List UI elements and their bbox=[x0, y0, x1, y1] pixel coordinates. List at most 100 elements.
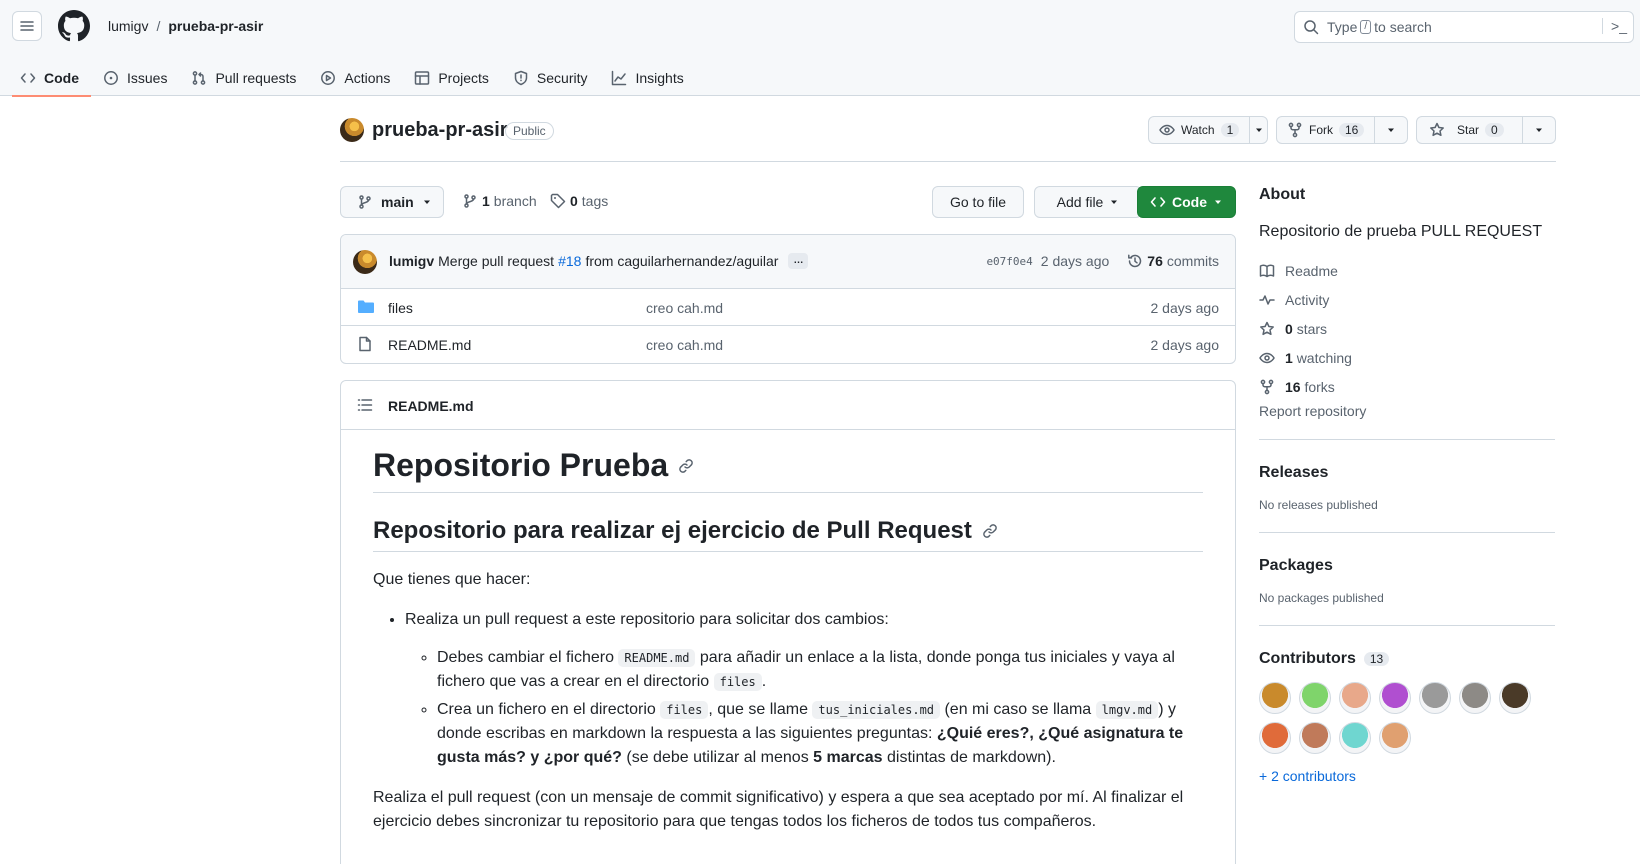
file-name[interactable]: README.md bbox=[388, 337, 471, 353]
contributor-avatar[interactable] bbox=[1259, 722, 1291, 754]
contributor-avatar[interactable] bbox=[1339, 682, 1371, 714]
report-repository-link[interactable]: Report repository bbox=[1259, 403, 1555, 419]
tab-code[interactable]: Code bbox=[12, 60, 91, 97]
star-button[interactable]: Star 0 bbox=[1417, 117, 1523, 143]
play-icon bbox=[321, 71, 336, 85]
fork-dropdown[interactable] bbox=[1375, 117, 1407, 143]
tab-security[interactable]: Security bbox=[505, 60, 600, 96]
commit-message-post[interactable]: from caguilarhernandez/aguilar bbox=[585, 253, 778, 269]
activity-link[interactable]: Activity bbox=[1259, 285, 1555, 314]
link-icon[interactable] bbox=[982, 523, 998, 539]
tab-insights[interactable]: Insights bbox=[603, 60, 695, 96]
star-icon bbox=[1260, 321, 1274, 335]
tab-projects[interactable]: Projects bbox=[406, 60, 501, 96]
tag-word: tags bbox=[581, 193, 609, 209]
contributor-avatar[interactable] bbox=[1459, 682, 1491, 714]
tab-actions[interactable]: Actions bbox=[312, 60, 402, 96]
caret-down-icon bbox=[1111, 200, 1118, 204]
breadcrumb-owner[interactable]: lumigv bbox=[108, 18, 148, 34]
about-heading: About bbox=[1259, 186, 1306, 203]
inline-code: lmgv.md bbox=[1095, 701, 1159, 719]
go-to-file-label: Go to file bbox=[949, 194, 1007, 210]
star-dropdown[interactable] bbox=[1523, 117, 1555, 143]
readme-sublist: Debes cambiar el fichero README.md para … bbox=[405, 646, 1203, 770]
file-commit-message[interactable]: creo cah.md bbox=[646, 337, 723, 353]
contributor-avatar[interactable] bbox=[1379, 722, 1411, 754]
contributor-avatar[interactable] bbox=[1299, 682, 1331, 714]
fork-button-group: Fork 16 bbox=[1276, 116, 1408, 144]
packages-empty: No packages published bbox=[1259, 591, 1384, 605]
forks-link[interactable]: 16 forks bbox=[1259, 372, 1555, 401]
owner-avatar[interactable] bbox=[340, 118, 364, 142]
readme-link[interactable]: Readme bbox=[1259, 256, 1555, 285]
file-commit-message[interactable]: creo cah.md bbox=[646, 300, 723, 316]
activity-link-label: Activity bbox=[1285, 291, 1330, 308]
branches-link[interactable]: 1 branch bbox=[462, 193, 537, 209]
inline-code: README.md bbox=[618, 649, 696, 667]
search-input[interactable]: Type / to search >_ bbox=[1294, 11, 1634, 43]
readme-filename[interactable]: README.md bbox=[388, 398, 474, 414]
caret-down-icon bbox=[1536, 128, 1542, 132]
branch-icon bbox=[464, 194, 476, 208]
branch-selector[interactable]: main bbox=[340, 186, 444, 218]
file-name[interactable]: files bbox=[388, 300, 413, 316]
watch-button[interactable]: Watch 1 bbox=[1149, 117, 1251, 143]
forks-count: 16 bbox=[1285, 378, 1301, 395]
folder-icon bbox=[358, 300, 374, 313]
stars-link[interactable]: 0 stars bbox=[1259, 314, 1555, 343]
contributor-avatar[interactable] bbox=[1339, 722, 1371, 754]
breadcrumb-repo[interactable]: prueba-pr-asir bbox=[168, 18, 263, 34]
tags-link[interactable]: 0 tags bbox=[550, 193, 608, 209]
tab-issues[interactable]: Issues bbox=[95, 60, 179, 96]
text: , que se llame bbox=[708, 701, 808, 718]
outline-list-icon[interactable] bbox=[357, 397, 373, 413]
contributor-avatar[interactable] bbox=[1259, 682, 1291, 714]
fork-count: 16 bbox=[1339, 123, 1365, 137]
commit-message-pre[interactable]: Merge pull request bbox=[438, 253, 554, 269]
commit-date: 2 days ago bbox=[1040, 253, 1110, 269]
branch-word: branch bbox=[493, 193, 537, 209]
repo-sidebar: About Repositorio de prueba PULL REQUEST… bbox=[1259, 186, 1555, 784]
packages-heading[interactable]: Packages bbox=[1259, 557, 1555, 575]
branch-icon bbox=[359, 195, 371, 209]
github-logo-icon[interactable] bbox=[58, 10, 90, 42]
about-description: Repositorio de prueba PULL REQUEST bbox=[1259, 223, 1543, 240]
tab-pull-requests[interactable]: Pull requests bbox=[183, 60, 308, 96]
commit-author[interactable]: lumigv bbox=[389, 253, 434, 269]
fork-button[interactable]: Fork 16 bbox=[1277, 117, 1376, 143]
menu-button[interactable] bbox=[12, 11, 42, 41]
code-button[interactable]: Code bbox=[1137, 186, 1236, 218]
contributor-avatar[interactable] bbox=[1499, 682, 1531, 714]
code-button-label: Code bbox=[1172, 194, 1207, 210]
fork-label: Fork bbox=[1309, 123, 1333, 137]
tag-count: 0 bbox=[570, 193, 578, 209]
add-file-button[interactable]: Add file bbox=[1034, 186, 1142, 218]
commit-pr-link[interactable]: #18 bbox=[558, 253, 581, 269]
watching-link[interactable]: 1 watching bbox=[1259, 343, 1555, 372]
text: Debes cambiar el fichero bbox=[437, 649, 614, 666]
watching-word: watching bbox=[1296, 349, 1352, 366]
code-icon bbox=[1150, 197, 1166, 207]
commit-sha[interactable]: e07f0e4 bbox=[986, 255, 1032, 268]
file-icon bbox=[359, 336, 371, 352]
list-item: Crea un fichero en el directorio files, … bbox=[437, 698, 1203, 770]
readme-content: Repositorio Prueba Repositorio para real… bbox=[373, 447, 1203, 834]
contributor-avatar[interactable] bbox=[1419, 682, 1451, 714]
commit-author-avatar[interactable] bbox=[353, 250, 377, 274]
branch-name: main bbox=[381, 194, 414, 210]
repo-title[interactable]: prueba-pr-asir bbox=[372, 119, 508, 142]
commit-history-link[interactable]: 76 commits bbox=[1127, 253, 1219, 269]
command-palette-icon[interactable]: >_ bbox=[1602, 18, 1627, 34]
releases-heading[interactable]: Releases bbox=[1259, 464, 1555, 482]
contributor-avatar[interactable] bbox=[1299, 722, 1331, 754]
commit-expand-button[interactable]: … bbox=[788, 253, 809, 269]
readme-subtitle: Repositorio para realizar ej ejercicio d… bbox=[373, 517, 1203, 552]
inline-code: files bbox=[660, 701, 709, 719]
contributor-avatar[interactable] bbox=[1379, 682, 1411, 714]
watch-dropdown[interactable] bbox=[1250, 117, 1267, 143]
link-icon[interactable] bbox=[678, 458, 694, 474]
more-contributors-link[interactable]: + 2 contributors bbox=[1259, 768, 1555, 784]
contributors-heading[interactable]: Contributors 13 bbox=[1259, 650, 1555, 668]
go-to-file-button[interactable]: Go to file bbox=[932, 186, 1024, 218]
caret-down-icon bbox=[1255, 128, 1262, 132]
